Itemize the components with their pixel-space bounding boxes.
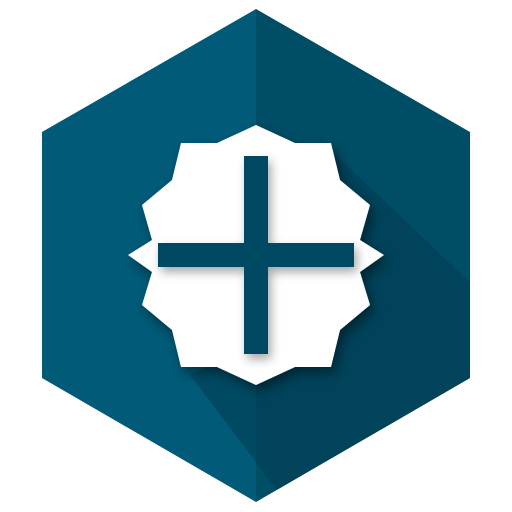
add-plus-badge-icon[interactable] [0,0,512,512]
icon-canvas [0,0,512,512]
